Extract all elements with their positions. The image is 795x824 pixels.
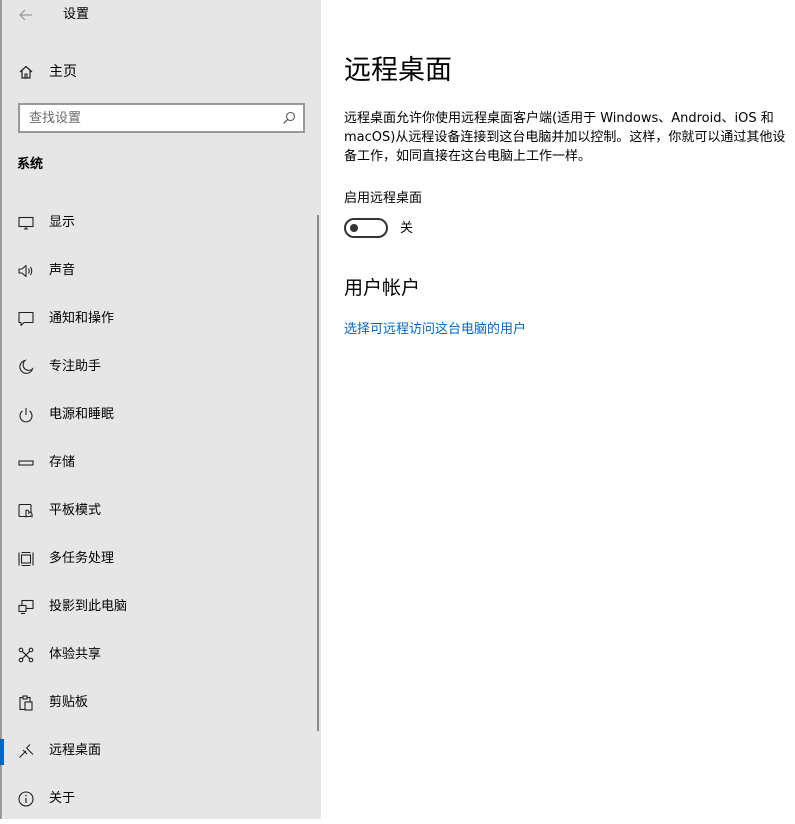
info-icon — [18, 791, 34, 807]
remote-desktop-toggle[interactable] — [344, 218, 388, 238]
speaker-icon — [18, 264, 33, 278]
multitasking-icon — [18, 551, 34, 567]
user-accounts-heading: 用户帐户 — [344, 277, 421, 299]
sidebar-item-about[interactable]: 关于 — [2, 776, 321, 824]
selection-indicator — [0, 739, 4, 765]
tablet-mode-icon — [18, 503, 33, 518]
sidebar-item-notifications[interactable]: 通知和操作 — [2, 296, 321, 344]
remote-desktop-icon — [19, 744, 34, 758]
back-arrow-icon — [19, 9, 32, 21]
sidebar-item-display[interactable]: 显示 — [2, 200, 321, 248]
sidebar-item-remote-desktop[interactable]: 远程桌面 — [0, 728, 321, 776]
home-label: 主页 — [49, 64, 77, 80]
power-icon — [19, 408, 33, 423]
sidebar-item-storage[interactable]: 存储 — [2, 440, 321, 488]
section-label: 系统 — [17, 157, 44, 172]
sidebar-item-label: 多任务处理 — [49, 551, 115, 566]
home-icon — [19, 65, 33, 79]
sidebar-item-label: 体验共享 — [49, 647, 102, 662]
sidebar-scrollbar[interactable] — [317, 215, 319, 731]
project-icon — [18, 599, 34, 615]
sidebar-item-sound[interactable]: 声音 — [2, 248, 321, 296]
sidebar-item-label: 投影到此电脑 — [49, 599, 128, 614]
toggle-state-text: 关 — [400, 221, 414, 236]
search-box[interactable] — [18, 103, 305, 133]
search-input[interactable] — [20, 105, 279, 131]
sidebar-item-focus-assist[interactable]: 专注助手 — [2, 344, 321, 392]
sidebar-item-label: 专注助手 — [49, 359, 102, 374]
toggle-knob — [350, 224, 358, 232]
app-title: 设置 — [63, 7, 90, 22]
moon-icon — [19, 359, 34, 374]
select-users-link[interactable]: 选择可远程访问这台电脑的用户 — [344, 320, 526, 340]
content-pane: 远程桌面 远程桌面允许你使用远程桌面客户端(适用于 Windows、Androi… — [321, 0, 795, 819]
sidebar-item-label: 显示 — [49, 215, 76, 230]
sidebar-item-label: 关于 — [49, 791, 76, 806]
sidebar-item-clipboard[interactable]: 剪贴板 — [2, 680, 321, 728]
clipboard-icon — [19, 695, 33, 711]
sidebar-item-multitasking[interactable]: 多任务处理 — [2, 536, 321, 584]
storage-icon — [18, 460, 34, 466]
home-nav-item[interactable]: 主页 — [2, 56, 321, 88]
search-icon[interactable] — [282, 111, 296, 125]
back-button[interactable] — [14, 4, 38, 26]
sidebar-item-label: 平板模式 — [49, 503, 102, 518]
sidebar-item-label: 远程桌面 — [49, 743, 102, 758]
sidebar-item-power[interactable]: 电源和睡眠 — [2, 392, 321, 440]
sidebar-item-tablet-mode[interactable]: 平板模式 — [2, 488, 321, 536]
page-title: 远程桌面 — [344, 55, 452, 86]
page-description: 远程桌面允许你使用远程桌面客户端(适用于 Windows、Android、iOS… — [344, 111, 786, 164]
sidebar-item-label: 剪贴板 — [49, 695, 89, 710]
sidebar-item-label: 存储 — [49, 455, 76, 470]
display-icon — [18, 216, 34, 230]
shared-experiences-icon — [18, 647, 34, 663]
sidebar-item-label: 电源和睡眠 — [49, 407, 115, 422]
sidebar-item-project[interactable]: 投影到此电脑 — [2, 584, 321, 632]
sidebar-item-shared-experiences[interactable]: 体验共享 — [2, 632, 321, 680]
notification-icon — [18, 311, 34, 327]
sidebar: 设置 主页 系统 显示 声音 — [0, 0, 321, 819]
sidebar-item-label: 通知和操作 — [49, 311, 115, 326]
nav-list: 显示 声音 通知和操作 专注助手 电源和睡眠 存储 平板模式 多任务处理 投影到… — [0, 200, 321, 824]
sidebar-item-label: 声音 — [49, 263, 76, 278]
toggle-label: 启用远程桌面 — [344, 191, 423, 206]
title-bar: 设置 — [2, 0, 321, 32]
